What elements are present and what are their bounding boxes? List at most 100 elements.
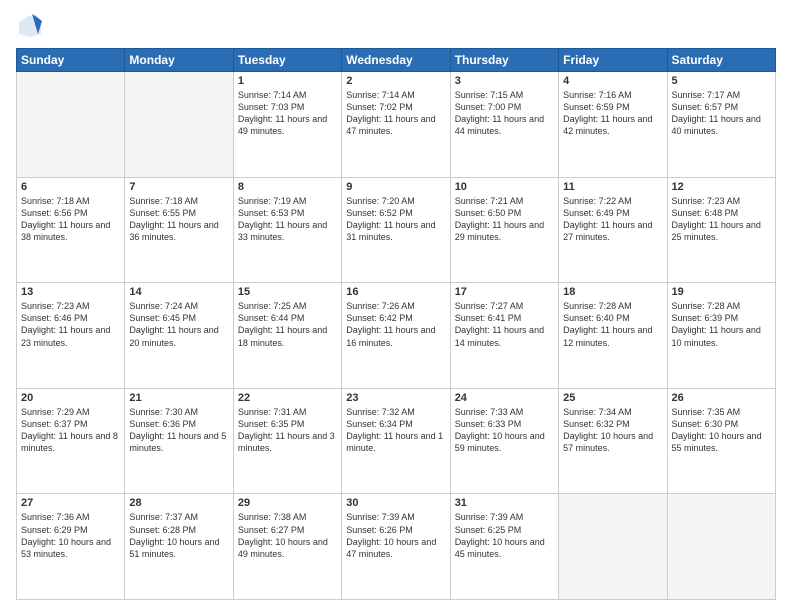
calendar-cell-info: Sunrise: 7:25 AMSunset: 6:44 PMDaylight:…	[238, 300, 337, 349]
calendar-cell	[667, 494, 775, 600]
calendar-cell-info: Sunrise: 7:27 AMSunset: 6:41 PMDaylight:…	[455, 300, 554, 349]
calendar-weekday-header: Friday	[559, 49, 667, 72]
calendar-cell-info: Sunrise: 7:38 AMSunset: 6:27 PMDaylight:…	[238, 511, 337, 560]
calendar-cell-info: Sunrise: 7:36 AMSunset: 6:29 PMDaylight:…	[21, 511, 120, 560]
calendar-day-number: 4	[563, 75, 662, 87]
calendar-cell-info: Sunrise: 7:21 AMSunset: 6:50 PMDaylight:…	[455, 195, 554, 244]
calendar-cell: 11 Sunrise: 7:22 AMSunset: 6:49 PMDayligh…	[559, 177, 667, 283]
calendar-cell: 22 Sunrise: 7:31 AMSunset: 6:35 PMDayligh…	[233, 388, 341, 494]
calendar-day-number: 26	[672, 392, 771, 404]
calendar-cell-info: Sunrise: 7:22 AMSunset: 6:49 PMDaylight:…	[563, 195, 662, 244]
calendar-day-number: 17	[455, 286, 554, 298]
calendar-cell: 18 Sunrise: 7:28 AMSunset: 6:40 PMDayligh…	[559, 283, 667, 389]
logo	[16, 12, 48, 40]
calendar-header-row: SundayMondayTuesdayWednesdayThursdayFrid…	[17, 49, 776, 72]
calendar-day-number: 3	[455, 75, 554, 87]
calendar-cell: 9Sunrise: 7:20 AMSunset: 6:52 PMDaylight…	[342, 177, 450, 283]
calendar-cell-info: Sunrise: 7:34 AMSunset: 6:32 PMDaylight:…	[563, 406, 662, 455]
calendar-day-number: 2	[346, 75, 445, 87]
calendar-cell: 4 Sunrise: 7:16 AMSunset: 6:59 PMDaylight…	[559, 72, 667, 178]
calendar-week-row: 13 Sunrise: 7:23 AMSunset: 6:46 PMDayligh…	[17, 283, 776, 389]
calendar-day-number: 15	[238, 286, 337, 298]
calendar-week-row: 1 Sunrise: 7:14 AMSunset: 7:03 PMDaylight…	[17, 72, 776, 178]
calendar-week-row: 20 Sunrise: 7:29 AMSunset: 6:37 PMDayligh…	[17, 388, 776, 494]
calendar-day-number: 1	[238, 75, 337, 87]
calendar-cell: 31 Sunrise: 7:39 AMSunset: 6:25 PMDayligh…	[450, 494, 558, 600]
calendar-cell-info: Sunrise: 7:28 AMSunset: 6:40 PMDaylight:…	[563, 300, 662, 349]
calendar-cell: 5Sunrise: 7:17 AMSunset: 6:57 PMDaylight…	[667, 72, 775, 178]
calendar-cell: 16 Sunrise: 7:26 AMSunset: 6:42 PMDayligh…	[342, 283, 450, 389]
calendar-week-row: 6 Sunrise: 7:18 AMSunset: 6:56 PMDaylight…	[17, 177, 776, 283]
calendar-cell-info: Sunrise: 7:31 AMSunset: 6:35 PMDaylight:…	[238, 406, 337, 455]
calendar-cell-info: Sunrise: 7:32 AMSunset: 6:34 PMDaylight:…	[346, 406, 445, 455]
calendar-day-number: 18	[563, 286, 662, 298]
calendar-cell-info: Sunrise: 7:18 AMSunset: 6:55 PMDaylight:…	[129, 195, 228, 244]
calendar-cell: 28Sunrise: 7:37 AMSunset: 6:28 PMDayligh…	[125, 494, 233, 600]
calendar-cell: 10 Sunrise: 7:21 AMSunset: 6:50 PMDayligh…	[450, 177, 558, 283]
calendar-cell	[125, 72, 233, 178]
calendar-weekday-header: Sunday	[17, 49, 125, 72]
calendar-cell: 26 Sunrise: 7:35 AMSunset: 6:30 PMDayligh…	[667, 388, 775, 494]
calendar-cell: 7 Sunrise: 7:18 AMSunset: 6:55 PMDaylight…	[125, 177, 233, 283]
calendar-cell-info: Sunrise: 7:18 AMSunset: 6:56 PMDaylight:…	[21, 195, 120, 244]
page: SundayMondayTuesdayWednesdayThursdayFrid…	[0, 0, 792, 612]
calendar-day-number: 10	[455, 181, 554, 193]
calendar-cell-info: Sunrise: 7:26 AMSunset: 6:42 PMDaylight:…	[346, 300, 445, 349]
logo-icon	[16, 12, 44, 40]
calendar-cell: 23 Sunrise: 7:32 AMSunset: 6:34 PMDayligh…	[342, 388, 450, 494]
calendar-cell-info: Sunrise: 7:30 AMSunset: 6:36 PMDaylight:…	[129, 406, 228, 455]
calendar-cell-info: Sunrise: 7:39 AMSunset: 6:25 PMDaylight:…	[455, 511, 554, 560]
calendar-cell-info: Sunrise: 7:19 AMSunset: 6:53 PMDaylight:…	[238, 195, 337, 244]
calendar-cell-info: Sunrise: 7:20 AMSunset: 6:52 PMDaylight:…	[346, 195, 445, 244]
calendar-weekday-header: Thursday	[450, 49, 558, 72]
calendar-cell: 14 Sunrise: 7:24 AMSunset: 6:45 PMDayligh…	[125, 283, 233, 389]
calendar-cell-info: Sunrise: 7:35 AMSunset: 6:30 PMDaylight:…	[672, 406, 771, 455]
calendar-day-number: 12	[672, 181, 771, 193]
calendar-table: SundayMondayTuesdayWednesdayThursdayFrid…	[16, 48, 776, 600]
calendar-cell: 25Sunrise: 7:34 AMSunset: 6:32 PMDayligh…	[559, 388, 667, 494]
calendar-cell: 19Sunrise: 7:28 AMSunset: 6:39 PMDayligh…	[667, 283, 775, 389]
calendar-cell: 1 Sunrise: 7:14 AMSunset: 7:03 PMDaylight…	[233, 72, 341, 178]
calendar-day-number: 7	[129, 181, 228, 193]
calendar-cell: 13 Sunrise: 7:23 AMSunset: 6:46 PMDayligh…	[17, 283, 125, 389]
calendar-cell: 21Sunrise: 7:30 AMSunset: 6:36 PMDayligh…	[125, 388, 233, 494]
calendar-day-number: 23	[346, 392, 445, 404]
calendar-week-row: 27 Sunrise: 7:36 AMSunset: 6:29 PMDayligh…	[17, 494, 776, 600]
calendar-cell-info: Sunrise: 7:23 AMSunset: 6:48 PMDaylight:…	[672, 195, 771, 244]
calendar-day-number: 20	[21, 392, 120, 404]
calendar-cell-info: Sunrise: 7:15 AMSunset: 7:00 PMDaylight:…	[455, 89, 554, 138]
calendar-cell: 27 Sunrise: 7:36 AMSunset: 6:29 PMDayligh…	[17, 494, 125, 600]
calendar-cell: 24 Sunrise: 7:33 AMSunset: 6:33 PMDayligh…	[450, 388, 558, 494]
calendar-day-number: 24	[455, 392, 554, 404]
calendar-cell-info: Sunrise: 7:29 AMSunset: 6:37 PMDaylight:…	[21, 406, 120, 455]
calendar-day-number: 11	[563, 181, 662, 193]
calendar-cell: 6 Sunrise: 7:18 AMSunset: 6:56 PMDaylight…	[17, 177, 125, 283]
calendar-cell-info: Sunrise: 7:24 AMSunset: 6:45 PMDaylight:…	[129, 300, 228, 349]
calendar-cell-info: Sunrise: 7:23 AMSunset: 6:46 PMDaylight:…	[21, 300, 120, 349]
calendar-cell: 29 Sunrise: 7:38 AMSunset: 6:27 PMDayligh…	[233, 494, 341, 600]
calendar-cell-info: Sunrise: 7:39 AMSunset: 6:26 PMDaylight:…	[346, 511, 445, 560]
calendar-day-number: 30	[346, 497, 445, 509]
calendar-cell-info: Sunrise: 7:33 AMSunset: 6:33 PMDaylight:…	[455, 406, 554, 455]
calendar-day-number: 5	[672, 75, 771, 87]
calendar-day-number: 27	[21, 497, 120, 509]
calendar-cell	[17, 72, 125, 178]
calendar-day-number: 6	[21, 181, 120, 193]
calendar-day-number: 22	[238, 392, 337, 404]
calendar-cell: 2Sunrise: 7:14 AMSunset: 7:02 PMDaylight…	[342, 72, 450, 178]
calendar-day-number: 31	[455, 497, 554, 509]
calendar-cell-info: Sunrise: 7:14 AMSunset: 7:03 PMDaylight:…	[238, 89, 337, 138]
calendar-day-number: 29	[238, 497, 337, 509]
calendar-weekday-header: Wednesday	[342, 49, 450, 72]
calendar-weekday-header: Tuesday	[233, 49, 341, 72]
calendar-cell: 17 Sunrise: 7:27 AMSunset: 6:41 PMDayligh…	[450, 283, 558, 389]
header	[16, 12, 776, 40]
calendar-cell: 3 Sunrise: 7:15 AMSunset: 7:00 PMDaylight…	[450, 72, 558, 178]
calendar-day-number: 8	[238, 181, 337, 193]
calendar-cell	[559, 494, 667, 600]
calendar-day-number: 14	[129, 286, 228, 298]
calendar-day-number: 13	[21, 286, 120, 298]
calendar-weekday-header: Saturday	[667, 49, 775, 72]
calendar-cell-info: Sunrise: 7:16 AMSunset: 6:59 PMDaylight:…	[563, 89, 662, 138]
calendar-day-number: 16	[346, 286, 445, 298]
